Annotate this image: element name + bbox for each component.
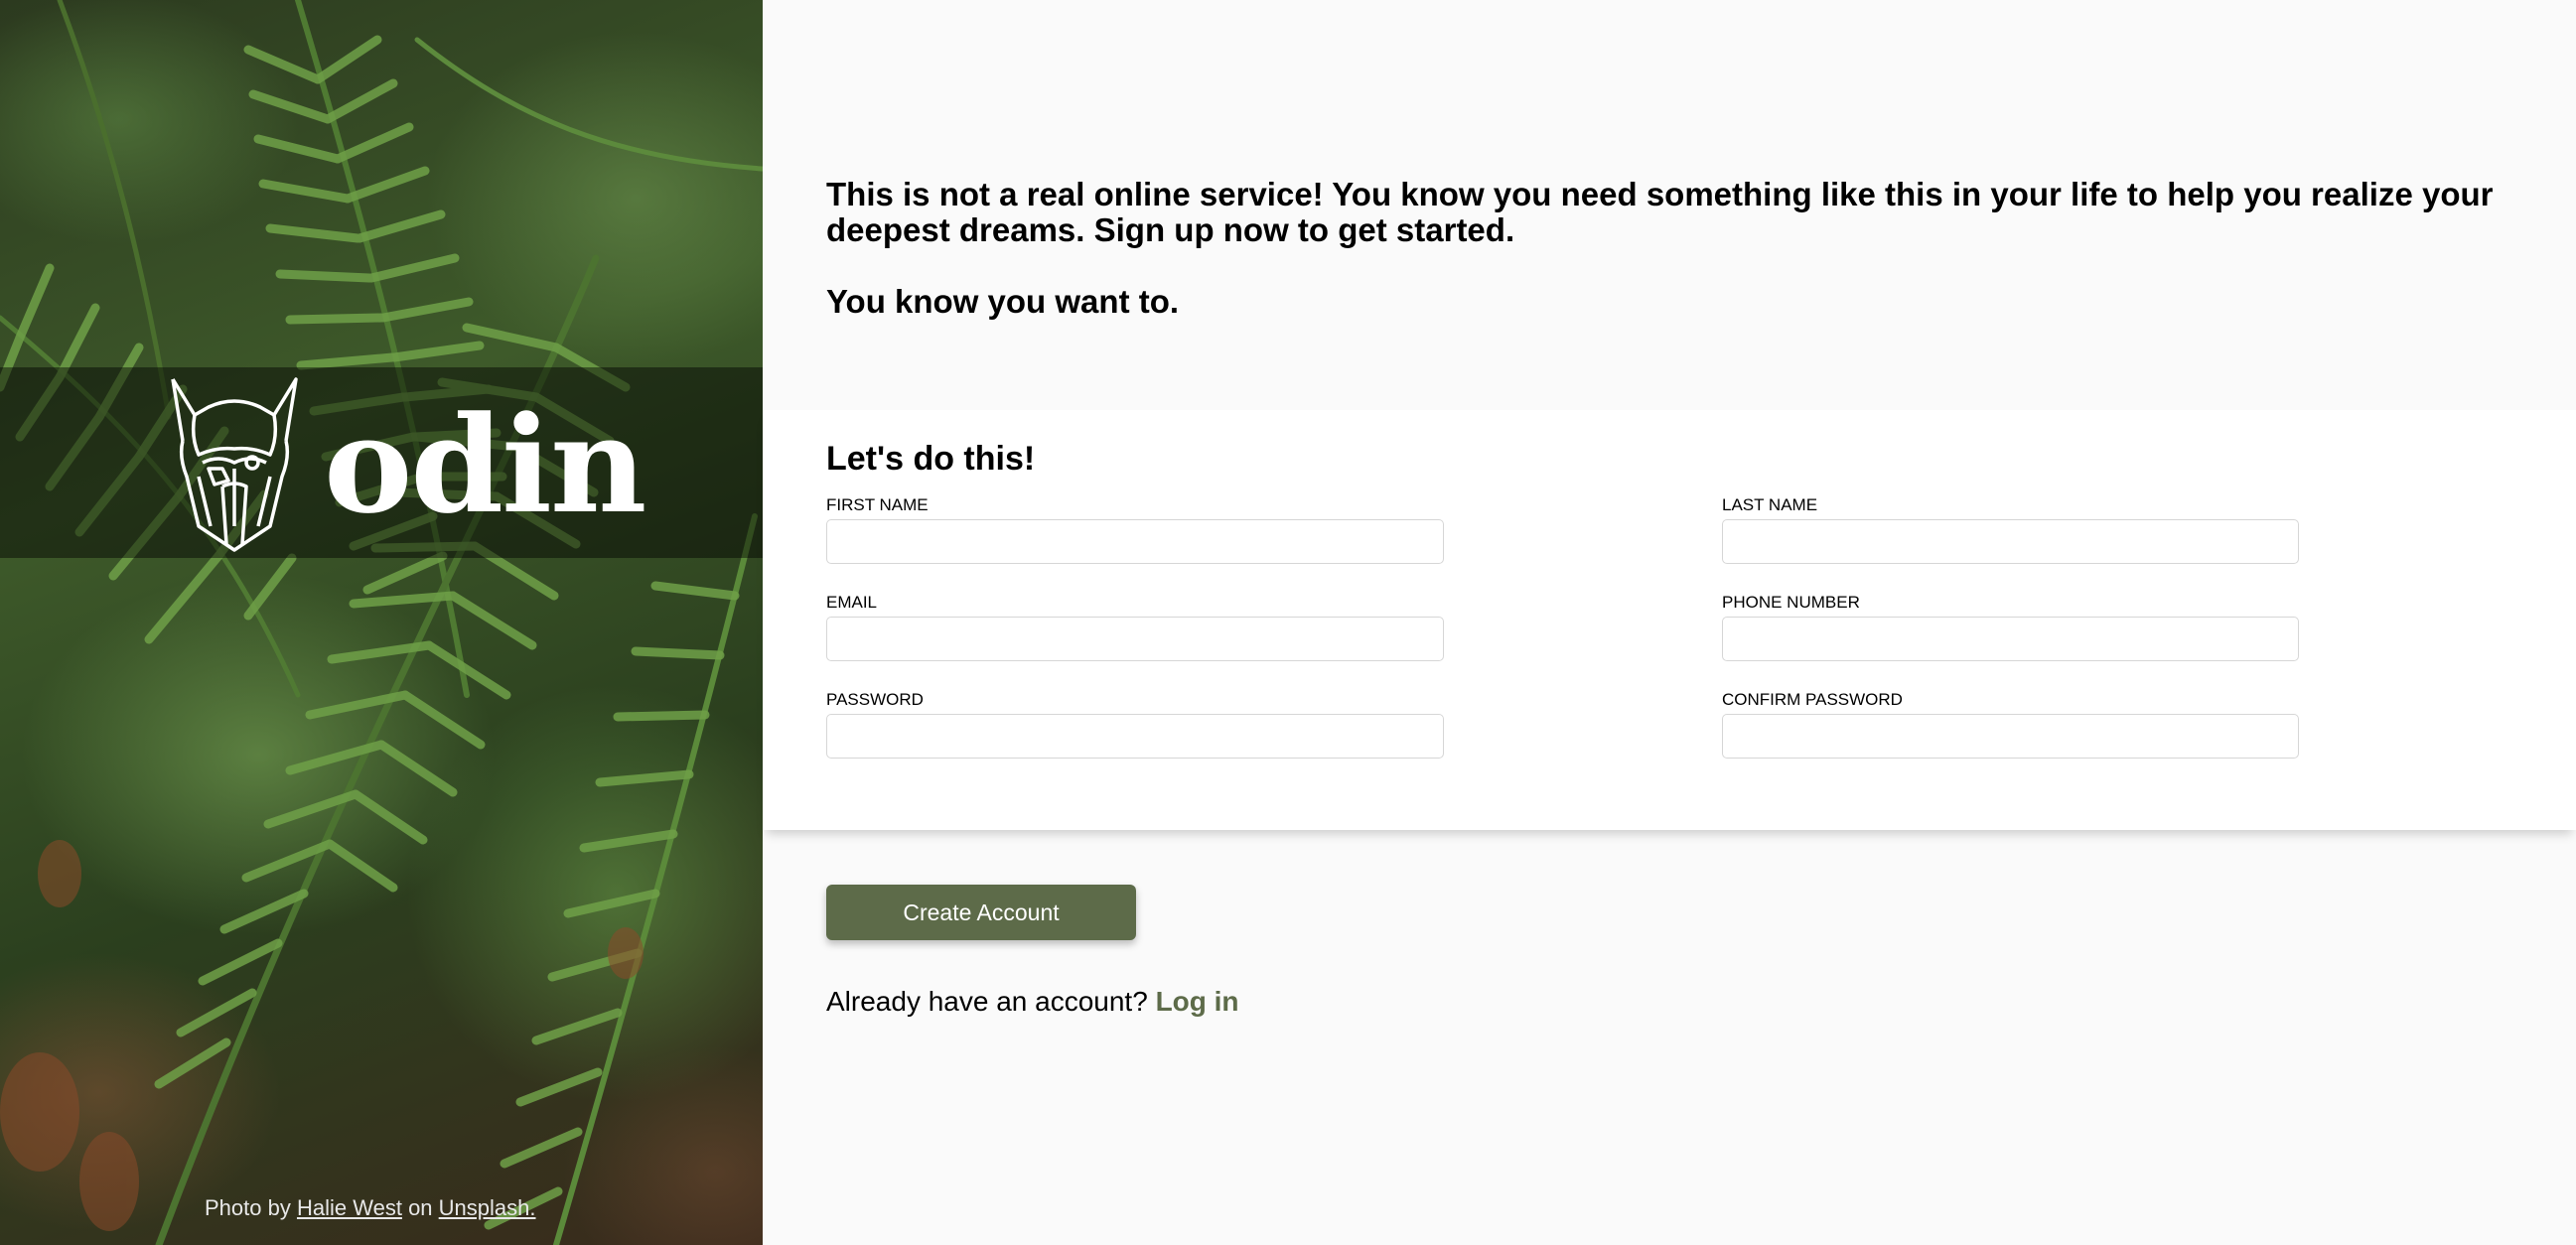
photographer-link[interactable]: Halie West [297, 1195, 402, 1220]
signup-form: Let's do this! FIRST NAME LAST NAME EMAI… [763, 410, 2576, 830]
create-account-button[interactable]: Create Account [826, 885, 1136, 940]
password-label: PASSWORD [826, 690, 924, 709]
brand-name: odin [324, 386, 646, 543]
last-name-field: LAST NAME [1722, 495, 2299, 564]
credit-prefix: Photo by [205, 1195, 291, 1220]
intro-text: This is not a real online service! You k… [826, 177, 2514, 320]
phone-label: PHONE NUMBER [1722, 593, 1860, 612]
first-name-input[interactable] [826, 519, 1444, 564]
unsplash-link[interactable]: Unsplash. [439, 1195, 536, 1220]
phone-input[interactable] [1722, 617, 2299, 661]
photo-credit: Photo by Halie West on Unsplash. [205, 1195, 536, 1221]
login-link[interactable]: Log in [1156, 986, 1239, 1017]
email-input[interactable] [826, 617, 1444, 661]
credit-middle: on [408, 1195, 433, 1220]
first-name-label: FIRST NAME [826, 495, 929, 514]
password-input[interactable] [826, 714, 1444, 759]
background-photo-panel: odin Photo by Halie West on Unsplash. [0, 0, 763, 1245]
password-field: PASSWORD [826, 690, 1444, 759]
first-name-field: FIRST NAME [826, 495, 1444, 564]
fern-leaves-illustration [0, 0, 763, 1245]
brand-logo: odin [169, 375, 646, 554]
intro-tagline: You know you want to. [826, 283, 1180, 320]
main-content: This is not a real online service! You k… [763, 0, 2576, 1245]
confirm-password-field: CONFIRM PASSWORD [1722, 690, 2299, 759]
email-label: EMAIL [826, 593, 878, 612]
phone-field: PHONE NUMBER [1722, 593, 2299, 661]
form-title: Let's do this! [826, 440, 1036, 478]
last-name-input[interactable] [1722, 519, 2299, 564]
viking-helmet-logo-icon [171, 377, 298, 552]
login-prompt: Already have an account? Log in [826, 986, 1239, 1018]
email-field: EMAIL [826, 593, 1444, 661]
login-prompt-text: Already have an account? [826, 986, 1148, 1017]
intro-paragraph: This is not a real online service! You k… [826, 176, 2494, 248]
confirm-password-label: CONFIRM PASSWORD [1722, 690, 1903, 709]
confirm-password-input[interactable] [1722, 714, 2299, 759]
last-name-label: LAST NAME [1722, 495, 1818, 514]
